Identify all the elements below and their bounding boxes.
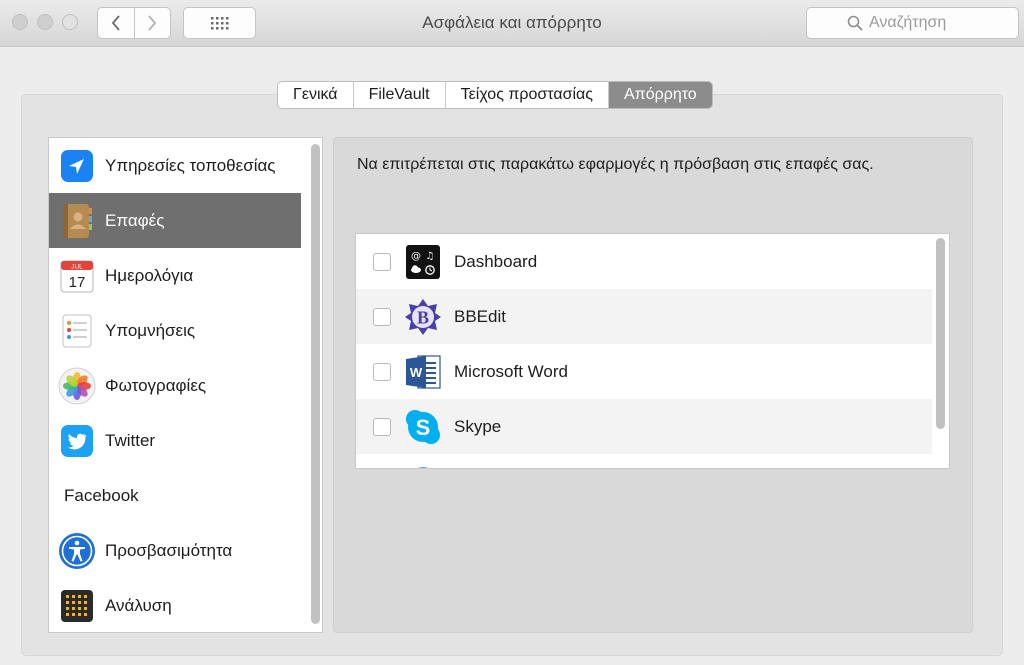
sidebar-item-label: Facebook (64, 485, 139, 505)
tab-bar: Γενικά FileVault Τείχος προστασίας Απόρρ… (277, 81, 713, 109)
reminders-icon (58, 312, 96, 350)
app-label: BBEdit (454, 306, 506, 326)
search-field[interactable]: Αναζήτηση (806, 7, 1019, 39)
svg-text:♫: ♫ (426, 251, 435, 262)
svg-text:@: @ (411, 251, 421, 262)
app-permission-list: @ ♫ Dashboard B BBEdit W Microsoft Word … (355, 233, 950, 469)
search-placeholder: Αναζήτηση (869, 14, 947, 31)
sidebar-item-label: Υπομνήσεις (105, 320, 196, 340)
accessibility-icon (58, 532, 96, 570)
word-letter: W (410, 365, 423, 380)
sidebar-item-label: Ημερολόγια (105, 265, 194, 285)
sidebar-scrollbar-thumb[interactable] (311, 144, 320, 624)
panel-description: Να επιτρέπεται στις παρακάτω εφαρμογές η… (357, 156, 874, 173)
dashboard-icon: @ ♫ (404, 243, 442, 281)
location-arrow-icon (58, 147, 96, 185)
microsoft-word-checkbox[interactable] (373, 362, 391, 381)
photos-icon (58, 367, 96, 405)
sidebar-item-label: Ανάλυση (105, 595, 172, 615)
privacy-category-list: Υπηρεσίες τοποθεσίας Επαφές JUL 17 Ημερο… (48, 137, 323, 633)
app-row-dashboard: @ ♫ Dashboard (356, 234, 932, 289)
app-label: Skype (454, 416, 502, 436)
dashboard-checkbox[interactable] (373, 252, 391, 271)
sidebar-item-contacts[interactable]: Επαφές (49, 193, 301, 248)
tab-filevault[interactable]: FileVault (352, 82, 445, 108)
sidebar-item-calendars[interactable]: JUL 17 Ημερολόγια (49, 248, 301, 303)
sidebar-item-label: Υπηρεσίες τοποθεσίας (105, 155, 276, 175)
sidebar-item-twitter[interactable]: Twitter (49, 413, 301, 468)
skype-checkbox[interactable] (373, 417, 391, 436)
sidebar-item-label: Προσβασιμότητα (105, 540, 233, 560)
skype-letter: S (416, 415, 431, 440)
tab-general[interactable]: Γενικά (278, 82, 353, 108)
app-row-bbedit: B BBEdit (356, 289, 932, 344)
tab-firewall[interactable]: Τείχος προστασίας (444, 82, 608, 108)
app-row-partial (356, 454, 932, 468)
calendar-day-text: 17 (69, 274, 86, 291)
app-row-microsoft-word: W Microsoft Word (356, 344, 932, 399)
bbedit-checkbox[interactable] (373, 307, 391, 326)
sidebar-item-label: Φωτογραφίες (105, 375, 207, 395)
app-label: Dashboard (454, 251, 538, 271)
analytics-icon (58, 587, 96, 625)
skype-icon: S (404, 408, 442, 446)
sidebar-item-label: Επαφές (105, 210, 165, 230)
search-icon (847, 15, 863, 31)
contacts-book-icon (58, 202, 96, 240)
sidebar-item-facebook[interactable]: Facebook (49, 468, 301, 523)
sidebar-item-analytics[interactable]: Ανάλυση (49, 578, 301, 632)
sidebar-scrollbar[interactable] (309, 142, 320, 628)
calendar-month-text: JUL (71, 263, 83, 270)
app-row-skype: S Skype (356, 399, 932, 454)
skype-partial-icon (404, 463, 442, 468)
sidebar-item-reminders[interactable]: Υπομνήσεις (49, 303, 301, 358)
sidebar-item-label: Twitter (105, 430, 156, 450)
calendar-icon: JUL 17 (58, 257, 96, 295)
bbedit-icon: B (404, 298, 442, 336)
word-icon: W (404, 353, 442, 391)
title-bar: Ασφάλεια και απόρρητο Αναζήτηση (0, 0, 1024, 47)
tab-privacy[interactable]: Απόρρητο (608, 82, 712, 108)
app-label: Microsoft Word (454, 361, 568, 381)
app-list-scrollbar-thumb[interactable] (936, 238, 945, 429)
twitter-icon (58, 422, 96, 460)
sidebar-item-location-services[interactable]: Υπηρεσίες τοποθεσίας (49, 138, 301, 193)
sidebar-item-accessibility[interactable]: Προσβασιμότητα (49, 523, 301, 578)
bbedit-letter: B (417, 307, 429, 327)
sidebar-item-photos[interactable]: Φωτογραφίες (49, 358, 301, 413)
